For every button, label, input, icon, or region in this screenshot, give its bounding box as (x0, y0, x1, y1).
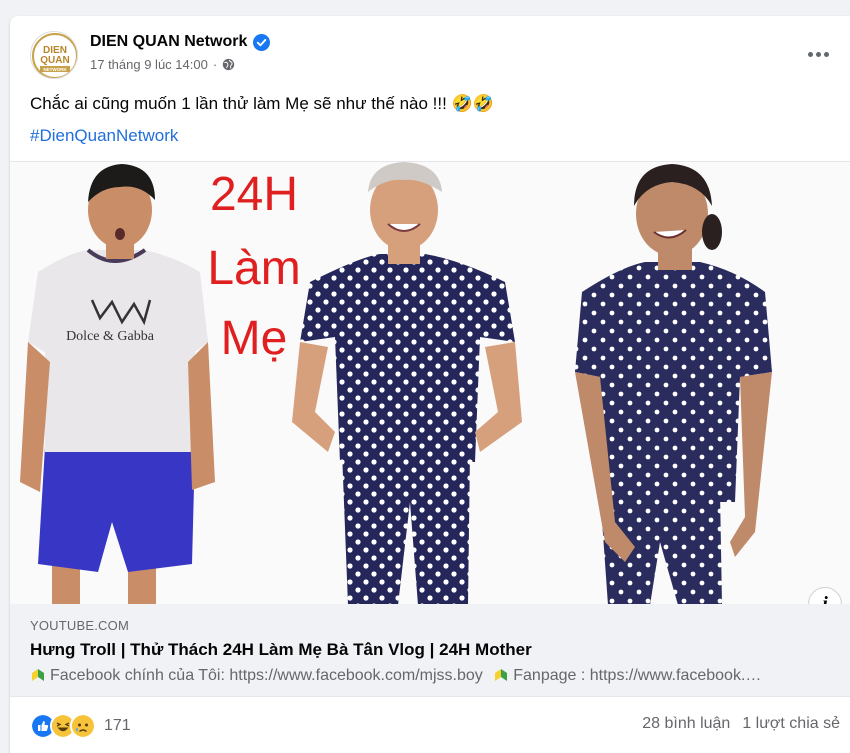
beginner-leaf-icon (32, 669, 44, 681)
post-footer: 171 28 bình luận 1 lượt chia sẻ (10, 697, 850, 753)
shirt-text: Dolce & Gabba (66, 329, 155, 344)
page-avatar[interactable]: DIEN QUAN NETWORK (30, 31, 78, 79)
reaction-count: 171 (104, 717, 131, 734)
description-part2: Fanpage : https://www.facebook.… (513, 667, 762, 684)
page-name-link[interactable]: DIEN QUAN Network (90, 33, 247, 51)
post-card: DIEN QUAN NETWORK DIEN QUAN Network 17 t… (10, 16, 850, 753)
logo-line2: QUAN (40, 55, 69, 66)
overlay-line2: Làm (207, 242, 300, 295)
meta-separator: · (212, 57, 218, 72)
sad-reaction-icon (70, 713, 96, 739)
logo-line3: NETWORK (43, 67, 67, 72)
comment-count-link[interactable]: 28 bình luận (642, 715, 730, 733)
post-meta: 17 tháng 9 lúc 14:00 · (90, 57, 235, 72)
hashtag-link[interactable]: #DienQuanNetwork (30, 126, 178, 146)
share-count-link[interactable]: 1 lượt chia sẻ (742, 715, 840, 733)
thumbnail-image: Dolce & Gabba 24H Làm Mẹ (10, 162, 850, 605)
post-text: Chắc ai cũng muốn 1 lần thử làm Mẹ sẽ nh… (30, 94, 494, 113)
globe-icon[interactable] (222, 58, 235, 71)
post-timestamp[interactable]: 17 tháng 9 lúc 14:00 (90, 57, 208, 72)
more-options-icon (807, 51, 813, 57)
link-preview[interactable]: YOUTUBE.COM Hưng Troll | Thử Thách 24H L… (10, 604, 850, 697)
overlay-line3: Mẹ (221, 312, 288, 365)
beginner-leaf-icon (495, 669, 508, 681)
video-thumbnail[interactable]: Dolce & Gabba 24H Làm Mẹ (10, 161, 850, 605)
link-title[interactable]: Hưng Troll | Thử Thách 24H Làm Mẹ Bà Tân… (30, 640, 532, 660)
overlay-line1: 24H (210, 168, 298, 221)
post-header: DIEN QUAN NETWORK DIEN QUAN Network 17 t… (10, 16, 850, 91)
description-part1: Facebook chính của Tôi: https://www.face… (50, 667, 483, 684)
post-stats: 28 bình luận 1 lượt chia sẻ (642, 715, 840, 733)
verified-badge-icon (253, 33, 271, 51)
reactions-summary[interactable]: 171 (30, 713, 131, 739)
page-name-row: DIEN QUAN Network (90, 33, 271, 51)
link-description: Facebook chính của Tôi: https://www.face… (30, 667, 830, 685)
more-options-button[interactable] (800, 36, 836, 72)
link-domain: YOUTUBE.COM (30, 618, 129, 633)
page-logo: DIEN QUAN NETWORK (32, 33, 77, 78)
